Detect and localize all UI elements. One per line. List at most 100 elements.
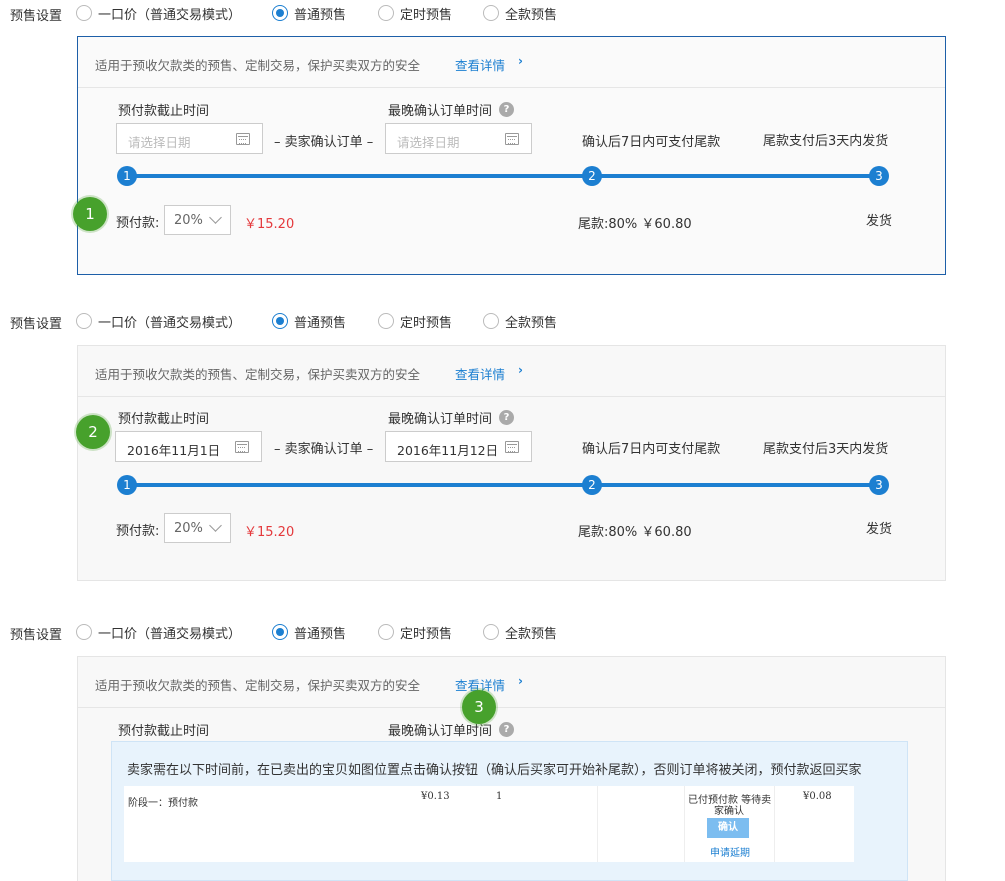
step-1: 1: [117, 166, 137, 186]
panel-header: 适用于预收欠款类的预售、定制交易，保护买卖双方的安全 查看详情 ›: [78, 346, 945, 397]
radio-full-presale[interactable]: 全款预售: [483, 312, 557, 331]
radio-circle: [483, 5, 499, 21]
step2-text: 确认后7日内可支付尾款: [582, 442, 721, 457]
chevron-right-icon[interactable]: ›: [518, 363, 523, 377]
calendar-icon: [505, 133, 519, 145]
view-details-link[interactable]: 查看详情: [455, 364, 505, 383]
confirm-deadline-label: 最晚确认订单时间: [388, 412, 493, 427]
panel-description: 适用于预收欠款类的预售、定制交易，保护买卖双方的安全: [95, 678, 421, 693]
chevron-right-icon[interactable]: ›: [518, 54, 523, 68]
prepay-label: 预付款:: [116, 216, 160, 231]
radio-timed-presale[interactable]: 定时预售: [378, 623, 452, 642]
presale-panel: 适用于预收欠款类的预售、定制交易，保护买卖双方的安全 查看详情 › 预付款截止时…: [77, 36, 946, 275]
radio-full-presale[interactable]: 全款预售: [483, 623, 557, 642]
extend-link[interactable]: 申请延期: [710, 844, 750, 859]
prepay-percent-select[interactable]: 20%: [164, 513, 231, 543]
amount-cell: ¥0.08: [803, 791, 832, 802]
deadline-label: 预付款截止时间: [118, 724, 210, 739]
view-details-link[interactable]: 查看详情: [455, 55, 505, 74]
step3-text: 尾款支付后3天内发货: [763, 134, 889, 149]
prepay-percent-select[interactable]: 20%: [164, 205, 231, 235]
calendar-icon: [236, 133, 250, 145]
presale-section-1: 预售设置 一口价（普通交易模式） 普通预售 定时预售 全款预售 适用于预收欠款类…: [0, 0, 1005, 276]
radio-normal-presale[interactable]: 普通预售: [272, 312, 346, 331]
presale-panel: 适用于预收欠款类的预售、定制交易，保护买卖双方的安全 查看详情 › 预付款截止时…: [77, 345, 946, 581]
order-row-preview: 阶段一：预付款 ¥0.13 1 已付预付款 等待卖 家确认 确认 申请延期 ¥0…: [124, 786, 854, 862]
panel-description: 适用于预收欠款类的预售、定制交易，保护买卖双方的安全: [95, 367, 421, 382]
chevron-down-icon: [209, 519, 222, 532]
presale-setting-label: 预售设置: [10, 317, 63, 332]
step-1: 1: [117, 475, 137, 495]
progress-track: [127, 483, 880, 487]
presale-setting-label: 预售设置: [10, 628, 63, 643]
radio-circle: [378, 624, 394, 640]
step-3: 3: [869, 166, 889, 186]
radio-circle: [378, 313, 394, 329]
annotation-marker-1: 1: [73, 197, 107, 231]
tip-message: 卖家需在以下时间前，在已卖出的宝贝如图位置点击确认按钮（确认后买家可开始补尾款）…: [127, 763, 862, 778]
qty-cell: 1: [496, 791, 503, 802]
deadline-date-input[interactable]: 2016年11月1日: [115, 431, 262, 462]
help-icon[interactable]: ?: [499, 102, 514, 117]
radio-circle: [483, 313, 499, 329]
price-cell: ¥0.13: [421, 791, 450, 802]
calendar-icon: [235, 441, 249, 453]
ship-label: 发货: [866, 522, 893, 537]
radio-full-presale[interactable]: 全款预售: [483, 4, 557, 23]
column-divider: [597, 786, 598, 862]
balance-amount: 尾款:80% ￥60.80: [578, 217, 692, 232]
status-cell-line2: 家确认: [714, 806, 744, 817]
panel-description: 适用于预收欠款类的预售、定制交易，保护买卖双方的安全: [95, 58, 421, 73]
prepay-price: ￥15.20: [244, 525, 295, 540]
chevron-right-icon[interactable]: ›: [518, 674, 523, 688]
panel-header: 适用于预收欠款类的预售、定制交易，保护买卖双方的安全 查看详情 ›: [78, 37, 945, 88]
radio-circle: [483, 624, 499, 640]
prepay-price: ￥15.20: [244, 217, 295, 232]
seller-confirm-text: – 卖家确认订单 –: [274, 442, 374, 457]
radio-circle: [76, 624, 92, 640]
radio-normal-presale[interactable]: 普通预售: [272, 623, 346, 642]
chevron-down-icon: [209, 211, 222, 224]
radio-circle: [272, 313, 288, 329]
radio-normal-presale[interactable]: 普通预售: [272, 4, 346, 23]
deadline-label: 预付款截止时间: [118, 104, 210, 119]
deadline-label: 预付款截止时间: [118, 412, 210, 427]
deadline-date-input[interactable]: 请选择日期: [116, 123, 263, 154]
help-icon[interactable]: ?: [499, 722, 514, 737]
prepay-label: 预付款:: [116, 524, 160, 539]
progress-track: [127, 174, 880, 178]
radio-circle: [378, 5, 394, 21]
confirm-date-input[interactable]: 2016年11月12日: [385, 431, 532, 462]
column-divider: [774, 786, 775, 862]
seller-confirm-text: – 卖家确认订单 –: [274, 135, 374, 150]
ship-label: 发货: [866, 214, 893, 229]
radio-fixed-price[interactable]: 一口价（普通交易模式）: [76, 623, 241, 642]
presale-radio-row: 预售设置 一口价（普通交易模式） 普通预售 定时预售 全款预售: [0, 1, 1005, 25]
annotation-marker-2: 2: [76, 415, 110, 449]
radio-circle: [76, 5, 92, 21]
radio-timed-presale[interactable]: 定时预售: [378, 4, 452, 23]
radio-circle: [76, 313, 92, 329]
presale-setting-label: 预售设置: [10, 9, 63, 24]
calendar-icon: [505, 441, 519, 453]
presale-section-2: 预售设置 一口价（普通交易模式） 普通预售 定时预售 全款预售 适用于预收欠款类…: [0, 308, 1005, 583]
radio-circle: [272, 5, 288, 21]
step-2: 2: [582, 475, 602, 495]
confirm-button[interactable]: 确认: [707, 818, 749, 838]
radio-timed-presale[interactable]: 定时预售: [378, 312, 452, 331]
stage-cell: 阶段一：预付款: [128, 798, 198, 809]
confirm-tip-box: 卖家需在以下时间前，在已卖出的宝贝如图位置点击确认按钮（确认后买家可开始补尾款）…: [111, 741, 908, 881]
column-divider: [684, 786, 685, 862]
radio-fixed-price[interactable]: 一口价（普通交易模式）: [76, 4, 241, 23]
confirm-deadline-label: 最晚确认订单时间: [388, 104, 493, 119]
radio-fixed-price[interactable]: 一口价（普通交易模式）: [76, 312, 241, 331]
step3-text: 尾款支付后3天内发货: [763, 442, 889, 457]
presale-radio-row: 预售设置 一口价（普通交易模式） 普通预售 定时预售 全款预售: [0, 620, 1005, 644]
step-2: 2: [582, 166, 602, 186]
help-icon[interactable]: ?: [499, 410, 514, 425]
step-3: 3: [869, 475, 889, 495]
confirm-date-input[interactable]: 请选择日期: [385, 123, 532, 154]
presale-radio-row: 预售设置 一口价（普通交易模式） 普通预售 定时预售 全款预售: [0, 309, 1005, 333]
balance-amount: 尾款:80% ￥60.80: [578, 525, 692, 540]
radio-circle: [272, 624, 288, 640]
